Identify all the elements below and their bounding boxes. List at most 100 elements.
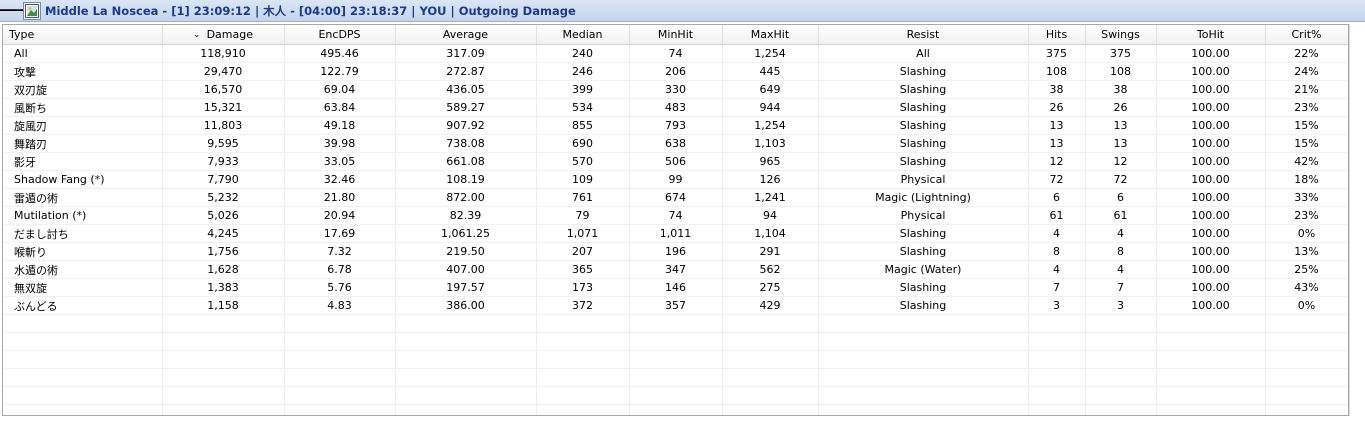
column-header-label: Median [562,28,603,41]
column-header-label: Damage [206,28,253,41]
table-row[interactable]: All 118,910 495.46 317.09 240 74 1,254 All 375 37… [3,44,1348,63]
empty-cell [1265,350,1348,369]
column-header-tohit[interactable]: ToHit [1156,25,1266,45]
table-row[interactable]: 風断ち 15,321 63.84 589.27 534 483 944 Slashing 26 2… [3,98,1348,117]
column-header-type[interactable]: Type [3,25,163,45]
column-header-resist[interactable]: Resist [818,25,1029,45]
table-cell: 水遁の術 [3,260,163,279]
empty-cell [722,350,819,369]
table-row[interactable]: 影牙 7,933 33.05 661.08 570 506 965 Slashing 12 12 1… [3,152,1348,171]
table-cell: 11,803 [162,116,285,135]
empty-row [3,314,1348,333]
table-cell: 100.00 [1156,206,1266,225]
table-cell: 407.00 [395,260,537,279]
empty-cell [818,332,1029,351]
empty-cell [1028,350,1086,369]
table-cell: 20.94 [284,206,396,225]
column-header-minhit[interactable]: MinHit [629,25,723,45]
table-cell: 399 [536,80,630,99]
empty-cell [1265,368,1348,387]
table-row[interactable]: 双刃旋 16,570 69.04 436.05 399 330 649 Slashing 38 3… [3,80,1348,99]
table-cell: 100.00 [1156,188,1266,207]
table-cell: 347 [629,260,723,279]
table-row[interactable]: 水遁の術 1,628 6.78 407.00 365 347 562 Magic (Water… [3,260,1348,279]
table-body: All 118,910 495.46 317.09 240 74 1,254 All 375 37… [3,44,1348,415]
column-header-average[interactable]: Average [395,25,537,45]
empty-row [3,386,1348,405]
table-row[interactable]: 攻撃 29,470 122.79 272.87 246 206 445 Slashing 108… [3,62,1348,81]
table-cell: 570 [536,152,630,171]
table-row[interactable]: 喉斬り 1,756 7.32 219.50 207 196 291 Slashing 8 8 100… [3,242,1348,261]
table-cell: Slashing [818,116,1029,135]
damage-table[interactable]: Type ⌄ Damage EncDPS Average Median MinHit MaxH… [2,24,1349,416]
empty-cell [536,314,630,333]
table-cell: 雷遁の術 [3,188,163,207]
table-cell: Mutilation (*) [3,206,163,225]
column-header-swings[interactable]: Swings [1085,25,1157,45]
table-row[interactable]: 舞踏刃 9,595 39.98 738.08 690 638 1,103 Slashing 13… [3,134,1348,153]
table-row[interactable]: ぶんどる 1,158 4.83 386.00 372 357 429 Slashing 3 3 10… [3,296,1348,315]
table-cell: ぶんどる [3,296,163,315]
column-header-damage[interactable]: ⌄ Damage [162,25,285,45]
table-cell: 118,910 [162,44,285,63]
table-cell: 375 [1028,44,1086,63]
table-cell: 15,321 [162,98,285,117]
back-arrow-icon[interactable]: 🡐 [0,1,31,21]
table-cell: 49.18 [284,116,396,135]
empty-cell [395,332,537,351]
table-cell: 375 [1085,44,1157,63]
table-cell: 61 [1028,206,1086,225]
column-header-maxhit[interactable]: MaxHit [722,25,819,45]
table-cell: Slashing [818,80,1029,99]
table-cell: 100.00 [1156,278,1266,297]
table-cell: 82.39 [395,206,537,225]
column-header-label: Swings [1101,28,1140,41]
table-cell: 365 [536,260,630,279]
table-row[interactable]: Mutilation (*) 5,026 20.94 82.39 79 74 94 Physi… [3,206,1348,225]
column-header-label: MinHit [657,28,694,41]
column-header-crit[interactable]: Crit% [1265,25,1348,45]
table-cell: 23% [1265,206,1348,225]
table-cell: Slashing [818,278,1029,297]
empty-cell [536,404,630,415]
table-cell: Slashing [818,134,1029,153]
column-header-median[interactable]: Median [536,25,630,45]
table-cell: 291 [722,242,819,261]
empty-cell [395,314,537,333]
table-row[interactable]: Shadow Fang (*) 7,790 32.46 108.19 109 99 126 P… [3,170,1348,189]
table-cell: 79 [536,206,630,225]
empty-cell [1265,314,1348,333]
table-row[interactable]: だまし討ち 4,245 17.69 1,061.25 1,071 1,011 1,104 Sl… [3,224,1348,243]
table-cell: 12 [1028,152,1086,171]
table-cell: 喉斬り [3,242,163,261]
column-header-encdps[interactable]: EncDPS [284,25,396,45]
table-cell: 攻撃 [3,62,163,81]
table-cell: 330 [629,80,723,99]
table-row[interactable]: 雷遁の術 5,232 21.80 872.00 761 674 1,241 Magic (Li… [3,188,1348,207]
column-header-label: Resist [906,28,940,41]
table-cell: 39.98 [284,134,396,153]
empty-cell [395,368,537,387]
window-title: Middle La Noscea - [1] 23:09:12 | 木人 - [… [45,3,576,18]
table-cell: Physical [818,206,1029,225]
empty-cell [162,404,285,415]
table-row[interactable]: 無双旋 1,383 5.76 197.57 173 146 275 Slashing 7 7 100… [3,278,1348,297]
table-row[interactable]: 旋風刃 11,803 49.18 907.92 855 793 1,254 Slashing 1… [3,116,1348,135]
column-header-hits[interactable]: Hits [1028,25,1086,45]
empty-cell [284,350,396,369]
table-cell: 0% [1265,224,1348,243]
empty-cell [629,386,723,405]
column-header-label: MaxHit [750,28,790,41]
picture-icon[interactable] [23,1,41,20]
table-cell: 21% [1265,80,1348,99]
table-cell: 100.00 [1156,170,1266,189]
table-cell: 26 [1085,98,1157,117]
table-cell: 1,071 [536,224,630,243]
table-cell: Magic (Lightning) [818,188,1029,207]
table-cell: 72 [1028,170,1086,189]
table-cell: 4 [1028,224,1086,243]
table-cell: 4 [1028,260,1086,279]
table-cell: 61 [1085,206,1157,225]
empty-cell [629,314,723,333]
empty-cell [722,332,819,351]
